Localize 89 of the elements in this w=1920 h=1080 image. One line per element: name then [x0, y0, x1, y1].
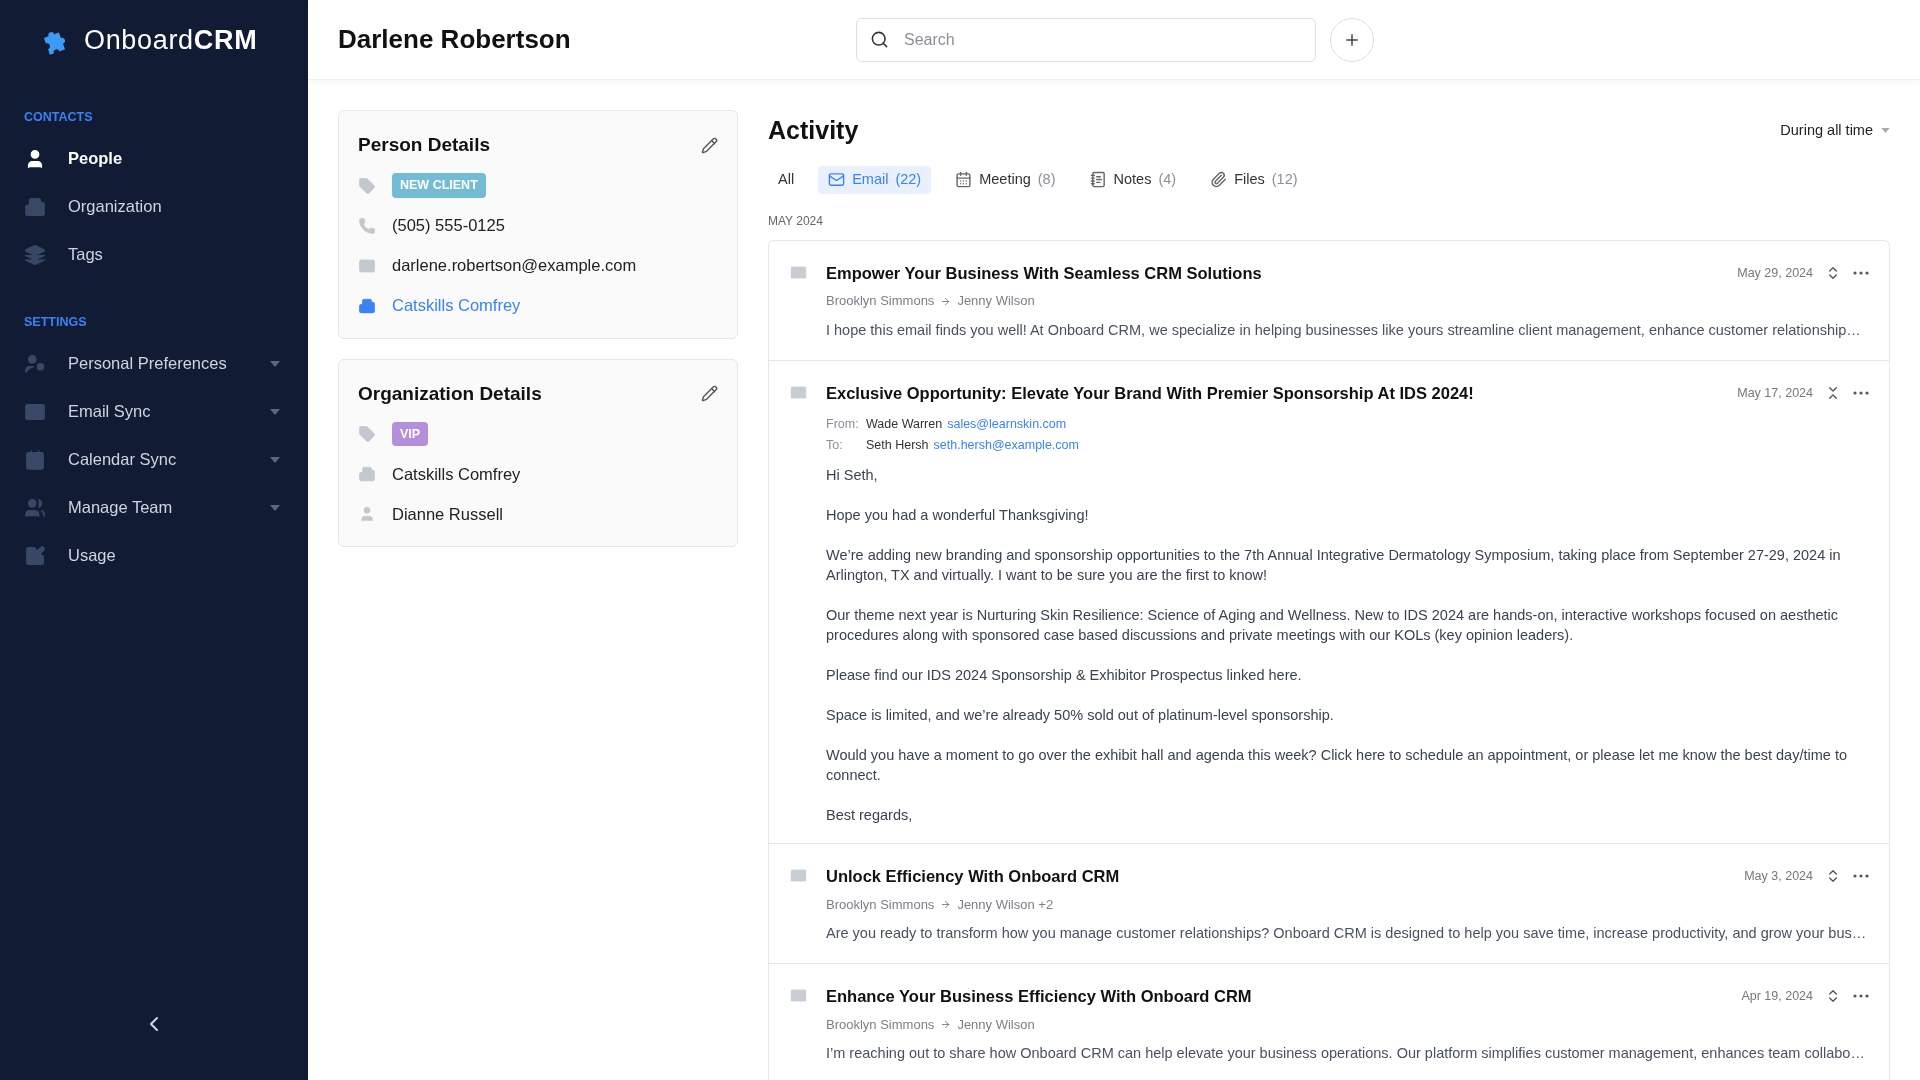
edit-button[interactable] — [701, 385, 718, 403]
recipient-email-link[interactable]: seth.hersh@example.com — [933, 436, 1079, 455]
group-label: MAY 2024 — [768, 212, 824, 230]
email-date: May 17, 2024 — [1737, 384, 1813, 402]
company-name: Catskills Comfrey — [392, 463, 521, 485]
sidebar-item[interactable]: Email Sync — [0, 387, 308, 436]
email-address: darlene.robertson@example.com — [392, 255, 637, 277]
phone-icon — [358, 216, 376, 235]
ellipsis-icon — [1853, 994, 1869, 999]
email-subject: Unlock Efficiency With Onboard CRM — [826, 865, 1121, 887]
ellipsis-icon — [1853, 874, 1869, 879]
filter-tab[interactable]: Files (12) — [1200, 165, 1308, 194]
filter-tab[interactable]: Notes (4) — [1079, 165, 1187, 194]
edit-icon — [24, 544, 46, 567]
email-date: May 29, 2024 — [1737, 264, 1813, 282]
email-paragraph: Hi Seth, — [826, 465, 879, 485]
tag-badge: VIP — [392, 421, 429, 447]
card-title: Organization Details — [358, 381, 542, 406]
email-date: Apr 19, 2024 — [1741, 987, 1813, 1005]
arrow-icon — [940, 1018, 952, 1030]
email-preview: I’m reaching out to share how Onboard CRM can help elevate your business operations. Our platform simplifies customer management, enhances team collabo… — [826, 1044, 1866, 1063]
email-date: May 3, 2024 — [1744, 867, 1813, 885]
paperclip-icon — [1210, 171, 1228, 188]
sidebar-item[interactable]: Organization — [0, 182, 308, 231]
search-field[interactable]: Search — [856, 17, 1316, 62]
sidebar-item[interactable]: Tags — [0, 230, 308, 279]
note-icon — [1089, 171, 1107, 188]
recipient-name: Jenny Wilson +2 — [957, 895, 1054, 914]
phone-number: (505) 555-0125 — [392, 215, 505, 237]
contact-name: Dianne Russell — [392, 503, 503, 525]
email-subject: Exclusive Opportunity: Elevate Your Brand With Premier Sponsorship At IDS 2024! — [826, 382, 1475, 404]
company-link[interactable]: Catskills Comfrey — [392, 293, 521, 318]
app-logo: OnboardCRM — [84, 23, 258, 57]
sender-email-link[interactable]: sales@learnskin.com — [947, 415, 1067, 434]
section-heading: SETTINGS — [23, 313, 88, 331]
email-paragraph: Our theme next year is Nurturing Skin Resilience: Science of Aging and Wellness. New to IDS 2024 are hands-on, interactive workshops focused on aesthetic procedures along with sponsored case based discussions and private meetings with our KOLs (key opinion leaders). — [826, 605, 1840, 645]
section-heading: CONTACTS — [23, 109, 94, 126]
pencil-icon — [701, 136, 718, 154]
more-button[interactable] — [1853, 874, 1869, 879]
recipient-name: Jenny Wilson — [957, 292, 1035, 311]
ellipsis-icon — [1853, 390, 1869, 395]
search-icon — [870, 29, 889, 49]
filter-tab[interactable]: Meeting (8) — [945, 165, 1066, 194]
more-button[interactable] — [1853, 390, 1869, 395]
person-icon — [358, 505, 376, 523]
stack-icon — [24, 243, 46, 266]
email-paragraph: We’re adding new branding and sponsorship opportunities to the 7th Annual Integrative Dermatology Symposium, taking place from September 27-29, 2024 in Arlington, TX and virtually. I want to be sure you are the first to know! — [826, 545, 1842, 585]
sender-name: Wade Warren — [866, 416, 943, 434]
tag-icon — [358, 425, 376, 443]
email-paragraph: Space is limited, and we’re already 50% sold out of platinum-level sponsorship. — [826, 705, 1335, 725]
ellipsis-icon — [1853, 270, 1869, 275]
more-button[interactable] — [1853, 270, 1869, 275]
email-subject: Empower Your Business With Seamless CRM Solutions — [826, 262, 1263, 284]
email-paragraph: Would you have a moment to go over the exhibit hall and agenda this week? Click here to schedule an appointment, or please let me know the best day/time to connect. — [826, 745, 1848, 785]
calendar-icon — [955, 171, 973, 188]
group-icon — [24, 496, 46, 519]
more-button[interactable] — [1853, 994, 1869, 999]
email-paragraph: Best regards, — [826, 805, 914, 825]
page-title: Darlene Robertson — [338, 23, 572, 56]
email-subject: Enhance Your Business Efficiency With Onboard CRM — [826, 985, 1253, 1007]
arrow-icon — [940, 898, 952, 910]
sender-name: Brooklyn Simmons — [826, 292, 935, 311]
sidebar-item[interactable]: Manage Team — [0, 483, 308, 532]
from-label: From: — [826, 416, 860, 434]
sidebar-item[interactable]: People — [0, 134, 308, 183]
tag-badge: NEW CLIENT — [392, 173, 486, 198]
user-gear-icon — [24, 352, 46, 375]
email-paragraph: Hope you had a wonderful Thanksgiving! — [826, 505, 1090, 525]
arrow-icon — [940, 295, 952, 307]
sender-name: Brooklyn Simmons — [826, 1015, 935, 1034]
sidebar-item[interactable]: Calendar Sync — [0, 435, 308, 484]
edit-button[interactable] — [701, 136, 718, 154]
sidebar-item[interactable]: Usage — [0, 531, 308, 580]
email-preview: Are you ready to transform how you manage customer relationships? Onboard CRM is designed to help you save time, increase productivity, and grow your bus… — [826, 924, 1868, 943]
to-label: To: — [826, 437, 844, 454]
tag-icon — [358, 176, 376, 195]
recipient-name: Seth Hersh — [866, 437, 929, 454]
email-paragraph: Please find our IDS 2024 Sponsorship & Exhibitor Prospectus linked here. — [826, 665, 1303, 685]
sidebar-item[interactable]: Personal Preferences — [0, 339, 308, 388]
email-preview: I hope this email finds you well! At Onboard CRM, we specialize in helping businesses like yours streamline client management, enhance customer relationship… — [826, 320, 1862, 340]
filter-tab[interactable]: All — [768, 165, 805, 194]
period-dropdown[interactable]: During all time — [1780, 119, 1890, 142]
recipient-name: Jenny Wilson — [957, 1015, 1035, 1034]
activity-title: Activity — [768, 115, 859, 146]
pencil-icon — [701, 385, 718, 403]
sender-name: Brooklyn Simmons — [826, 895, 935, 914]
caret-icon — [1881, 128, 1890, 134]
calendar-icon — [24, 448, 46, 471]
card-title: Person Details — [358, 133, 490, 157]
